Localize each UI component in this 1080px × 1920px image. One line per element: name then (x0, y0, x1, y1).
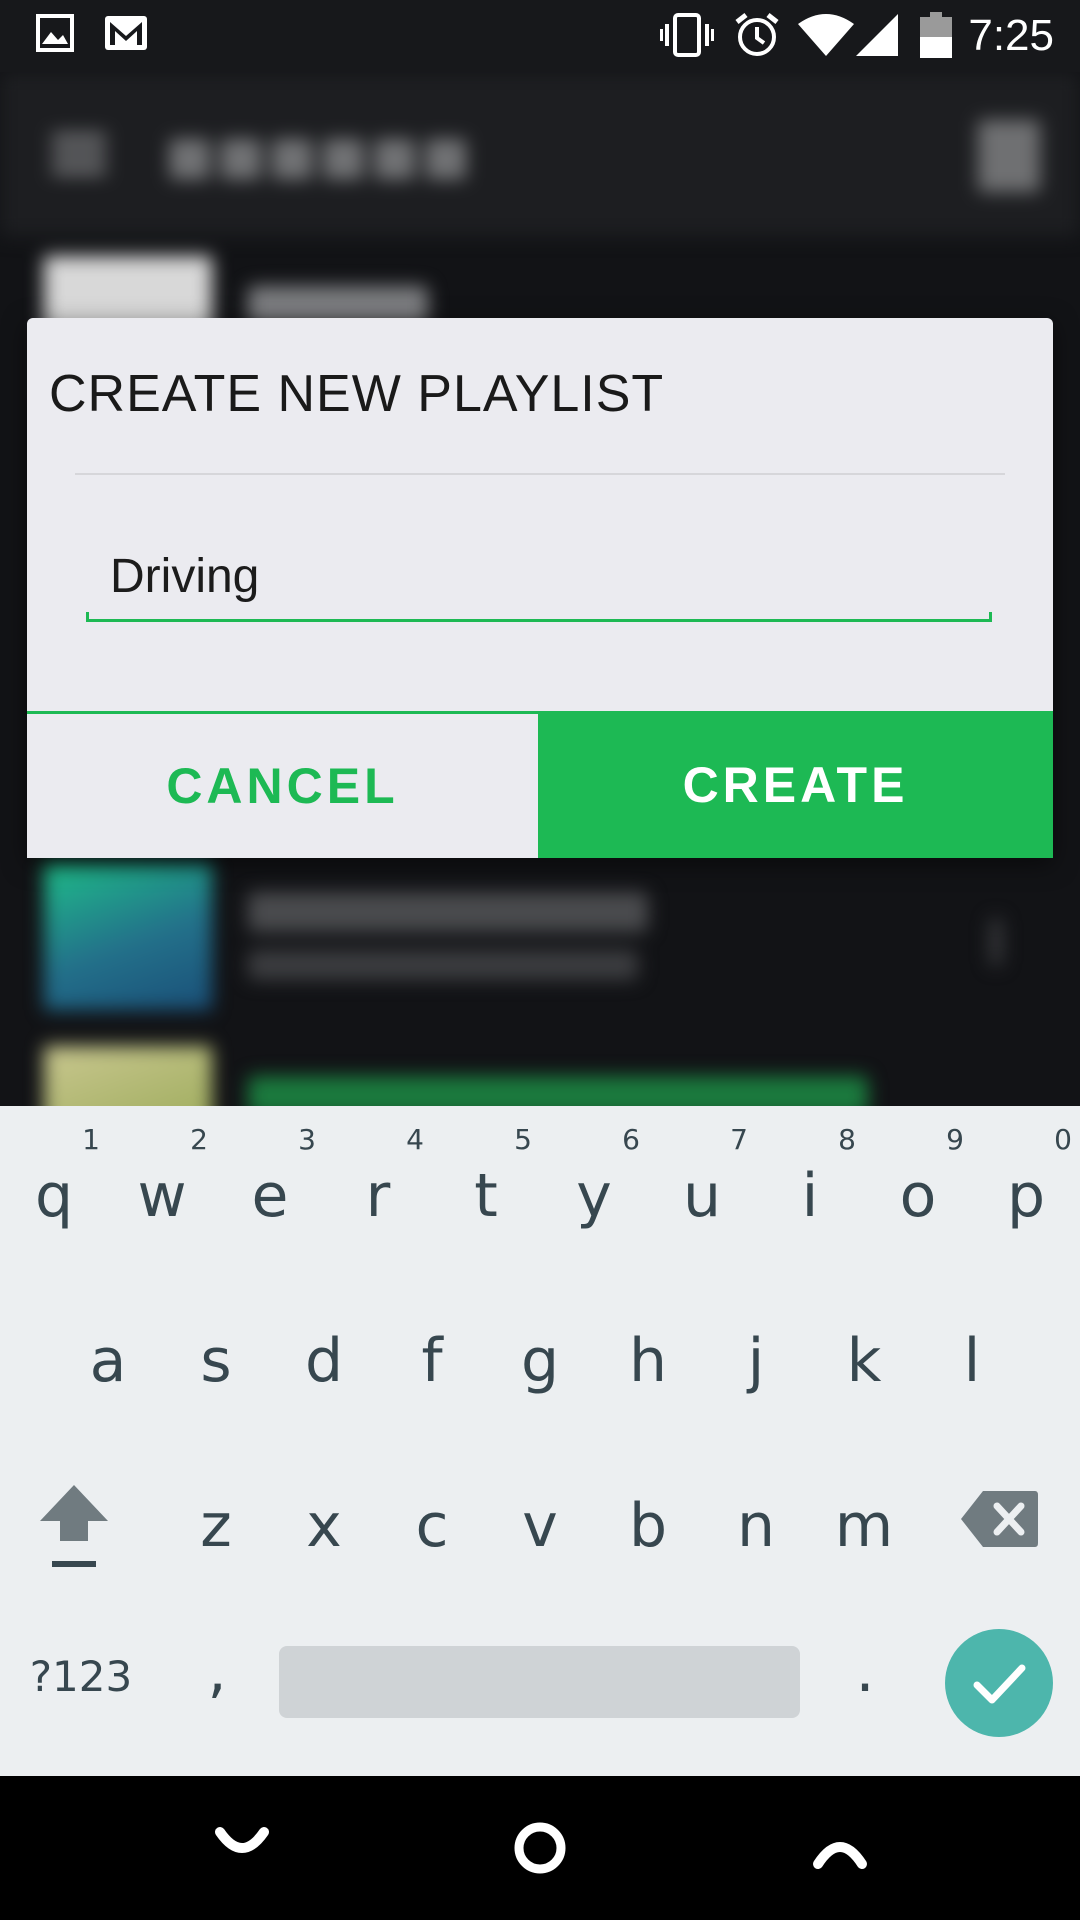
background-action-icon (978, 120, 1040, 192)
key-i[interactable]: i8 (756, 1123, 864, 1231)
recents-icon (813, 1842, 867, 1869)
background-toolbar: ▩▩▩▩▩▩ (0, 72, 1080, 236)
period-key[interactable]: . (810, 1636, 920, 1706)
key-hint: 1 (82, 1123, 100, 1156)
status-bar: 7:25 (0, 0, 1080, 72)
key-y[interactable]: y6 (540, 1123, 648, 1231)
backspace-icon (961, 1491, 1038, 1547)
gmail-icon (104, 14, 148, 57)
key-v[interactable]: v (486, 1491, 594, 1561)
key-hint: 6 (622, 1123, 640, 1156)
spacebar[interactable] (279, 1646, 800, 1718)
key-o[interactable]: o9 (864, 1123, 972, 1231)
key-k[interactable]: k (810, 1326, 918, 1396)
home-button[interactable] (504, 1812, 576, 1884)
key-c[interactable]: c (378, 1491, 486, 1561)
key-hint: 2 (190, 1123, 208, 1156)
key-hint: 5 (514, 1123, 532, 1156)
list-item (0, 1026, 1080, 1106)
status-time: 7:25 (968, 11, 1054, 60)
cancel-button[interactable]: CANCEL (27, 711, 538, 858)
key-hint: 7 (730, 1123, 748, 1156)
key-w[interactable]: w2 (108, 1123, 216, 1231)
soft-keyboard: q1 w2 e3 r4 t5 y6 u7 i8 o9 p0 a s d f g … (0, 1106, 1080, 1776)
key-r[interactable]: r4 (324, 1123, 432, 1231)
playlist-name-input[interactable] (88, 540, 1010, 612)
symbols-key[interactable]: ?123 (26, 1652, 136, 1701)
key-j[interactable]: j (702, 1326, 810, 1396)
key-t[interactable]: t5 (432, 1123, 540, 1231)
key-l[interactable]: l (918, 1326, 1026, 1396)
cell-signal-icon (856, 14, 898, 61)
key-q[interactable]: q1 (0, 1123, 108, 1231)
key-x[interactable]: x (270, 1491, 378, 1561)
key-d[interactable]: d (270, 1326, 378, 1396)
dialog-divider (75, 473, 1005, 475)
key-u[interactable]: u7 (648, 1123, 756, 1231)
key-e[interactable]: e3 (216, 1123, 324, 1231)
key-h[interactable]: h (594, 1326, 702, 1396)
key-n[interactable]: n (702, 1491, 810, 1561)
menu-icon (52, 134, 106, 174)
key-f[interactable]: f (378, 1326, 486, 1396)
key-a[interactable]: a (54, 1326, 162, 1396)
key-z[interactable]: z (162, 1491, 270, 1561)
alarm-icon (734, 12, 780, 63)
checkmark-icon (973, 1664, 1026, 1704)
input-underline (86, 612, 992, 622)
home-icon (514, 1822, 566, 1874)
enter-key[interactable] (945, 1629, 1053, 1737)
key-s[interactable]: s (162, 1326, 270, 1396)
comma-key[interactable]: , (162, 1636, 272, 1706)
background-title: ▩▩▩▩▩▩ (166, 127, 474, 183)
wifi-icon (798, 14, 854, 61)
key-hint: 0 (1054, 1123, 1072, 1156)
back-icon (215, 1827, 269, 1853)
key-hint: 3 (298, 1123, 316, 1156)
key-m[interactable]: m (810, 1491, 918, 1561)
key-hint: 8 (838, 1123, 856, 1156)
dialog-button-row: CANCEL CREATE (27, 711, 1053, 858)
battery-icon (920, 12, 952, 63)
vibrate-icon (660, 12, 714, 63)
key-g[interactable]: g (486, 1326, 594, 1396)
shift-key[interactable] (20, 1481, 128, 1581)
recents-button[interactable] (804, 1812, 876, 1884)
key-hint: 4 (406, 1123, 424, 1156)
backspace-key[interactable] (955, 1489, 1045, 1564)
create-button[interactable]: CREATE (538, 711, 1053, 858)
dialog-title: CREATE NEW PLAYLIST (49, 365, 665, 423)
back-button[interactable] (206, 1812, 278, 1884)
list-item (0, 842, 1080, 1010)
key-p[interactable]: p0 (972, 1123, 1080, 1231)
shift-icon (40, 1485, 108, 1567)
key-hint: 9 (946, 1123, 964, 1156)
key-b[interactable]: b (594, 1491, 702, 1561)
navigation-bar (0, 1776, 1080, 1920)
image-icon (36, 14, 74, 57)
